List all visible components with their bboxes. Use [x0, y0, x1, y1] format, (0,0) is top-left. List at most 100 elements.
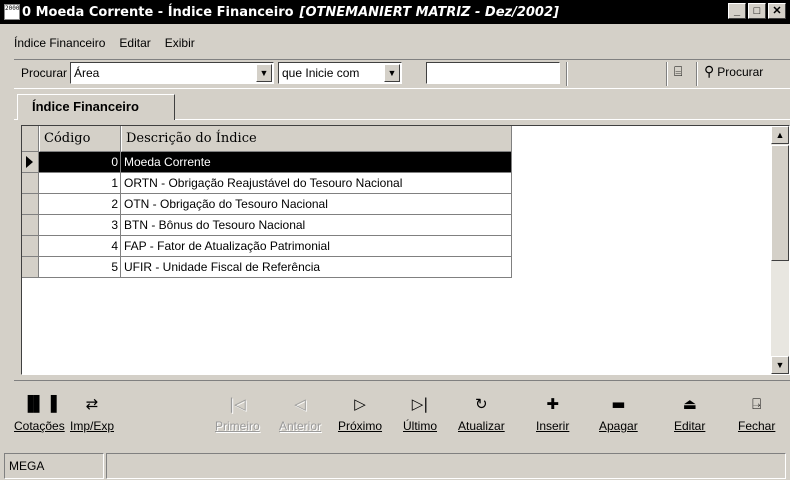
row-indicator — [22, 194, 39, 215]
cotacoes-label: Cotações — [14, 419, 65, 433]
refresh-icon: ↻ — [475, 395, 488, 413]
table-row[interactable]: 3 BTN - Bônus do Tesouro Nacional — [22, 215, 512, 236]
procurar-button[interactable]: ⚲ Procurar — [704, 63, 763, 80]
window-controls: _ □ ✕ — [728, 3, 786, 19]
procurar-button-label: Procurar — [717, 64, 764, 79]
row-indicator — [22, 173, 39, 194]
column-header-descricao[interactable]: Descrição do Índice — [121, 126, 512, 152]
insert-icon: ✚ — [546, 395, 559, 413]
toolbar-separator — [566, 62, 568, 86]
title-bar[interactable]: 2000 0 Moeda Corrente - Índice Financeir… — [0, 0, 790, 24]
filter-button[interactable]: ⌸ — [674, 63, 682, 80]
delete-icon: ▬ — [611, 395, 626, 413]
anterior-button[interactable]: ◁ Anterior — [279, 393, 321, 433]
editar-label: Editar — [674, 419, 706, 433]
cell-descricao[interactable]: OTN - Obrigação do Tesouro Nacional — [121, 194, 512, 215]
minimize-button[interactable]: _ — [728, 3, 746, 19]
column-header-codigo[interactable]: Código — [39, 126, 121, 152]
primeiro-label: Primeiro — [215, 419, 260, 433]
current-row-icon — [26, 156, 33, 168]
atualizar-button[interactable]: ↻ Atualizar — [458, 393, 505, 433]
filter-icon: ⌸ — [674, 63, 683, 79]
search-field-value: Área — [74, 66, 100, 80]
menu-bar: Índice Financeiro Editar Exibir — [0, 24, 790, 56]
scroll-up-button[interactable]: ▲ — [771, 126, 789, 144]
table-row[interactable]: 5 UFIR - Unidade Fiscal de Referência — [22, 257, 512, 278]
table-row[interactable]: 0 Moeda Corrente — [22, 152, 512, 173]
vertical-scrollbar[interactable]: ▲ ▼ — [771, 126, 789, 374]
cell-codigo[interactable]: 0 — [39, 152, 121, 173]
arrow-down-icon: ▼ — [775, 360, 785, 370]
arrow-up-icon: ▲ — [775, 130, 785, 140]
apagar-button[interactable]: ▬ Apagar — [599, 393, 638, 433]
window-title-context: [OTNEMANIERT MATRIZ - Dez/2002] — [299, 4, 559, 20]
previous-record-icon: ◁ — [294, 395, 306, 413]
cell-codigo[interactable]: 3 — [39, 215, 121, 236]
impexp-label: Imp/Exp — [70, 419, 115, 433]
last-record-icon: ▷| — [411, 395, 429, 413]
cell-codigo[interactable]: 4 — [39, 236, 121, 257]
cell-codigo[interactable]: 5 — [39, 257, 121, 278]
close-button[interactable]: ✕ — [768, 3, 786, 19]
proximo-label: Próximo — [338, 419, 383, 433]
impexp-button[interactable]: ⇄ Imp/Exp — [70, 393, 114, 433]
edit-icon: ⏏ — [682, 395, 697, 413]
atualizar-label: Atualizar — [458, 419, 505, 433]
navigation-toolbar: ▐▌▐ Cotações ⇄ Imp/Exp |◁ Primeiro ◁ Ant… — [14, 380, 790, 448]
cell-descricao[interactable]: Moeda Corrente — [121, 152, 512, 173]
ultimo-label: Último — [403, 419, 438, 433]
search-label: Procurar — [21, 66, 68, 80]
bar-chart-icon: ▐▌▐ — [22, 395, 57, 413]
proximo-button[interactable]: ▷ Próximo — [338, 393, 382, 433]
status-panel-user: MEGA — [4, 453, 104, 479]
status-bar: MEGA — [0, 450, 790, 480]
cell-codigo[interactable]: 2 — [39, 194, 121, 215]
search-condition-select[interactable]: que Inicie com ▼ — [278, 62, 402, 84]
editar-button[interactable]: ⏏ Editar — [674, 393, 705, 433]
anterior-label: Anterior — [279, 419, 322, 433]
scroll-thumb[interactable] — [771, 145, 789, 261]
cell-descricao[interactable]: UFIR - Unidade Fiscal de Referência — [121, 257, 512, 278]
cell-codigo[interactable]: 1 — [39, 173, 121, 194]
grid-corner — [22, 126, 39, 152]
tab-indice-financeiro[interactable]: Índice Financeiro — [17, 94, 175, 120]
import-export-icon: ⇄ — [85, 395, 99, 413]
window-title: 0 Moeda Corrente - Índice Financeiro — [22, 4, 294, 20]
exit-door-icon: ⍈ — [752, 395, 762, 413]
chevron-down-icon[interactable]: ▼ — [256, 64, 272, 82]
table-row[interactable]: 4 FAP - Fator de Atualização Patrimonial — [22, 236, 512, 257]
grid-panel: Código Descrição do Índice 0 Moeda Corre… — [21, 125, 790, 375]
primeiro-button[interactable]: |◁ Primeiro — [215, 393, 260, 433]
ultimo-button[interactable]: ▷| Último — [403, 393, 437, 433]
maximize-button[interactable]: □ — [748, 3, 766, 19]
inserir-label: Inserir — [536, 419, 570, 433]
row-indicator — [22, 236, 39, 257]
table-row[interactable]: 2 OTN - Obrigação do Tesouro Nacional — [22, 194, 512, 215]
cell-descricao[interactable]: FAP - Fator de Atualização Patrimonial — [121, 236, 512, 257]
search-field-select[interactable]: Área ▼ — [70, 62, 274, 84]
search-bar: Procurar Área ▼ que Inicie com ▼ ⌸ ⚲ Pro… — [14, 59, 790, 89]
fechar-button[interactable]: ⍈ Fechar — [738, 393, 775, 433]
table-row[interactable]: 1 ORTN - Obrigação Reajustável do Tesour… — [22, 173, 512, 194]
apagar-label: Apagar — [599, 419, 638, 433]
menu-editar[interactable]: Editar — [119, 36, 150, 50]
search-text-input[interactable] — [426, 62, 560, 84]
menu-exibir[interactable]: Exibir — [165, 36, 195, 50]
chevron-down-icon[interactable]: ▼ — [384, 64, 400, 82]
inserir-button[interactable]: ✚ Inserir — [536, 393, 569, 433]
app-icon: 2000 — [4, 4, 20, 20]
fechar-label: Fechar — [738, 419, 776, 433]
cell-descricao[interactable]: ORTN - Obrigação Reajustável do Tesouro … — [121, 173, 512, 194]
first-record-icon: |◁ — [229, 395, 246, 413]
search-condition-value: que Inicie com — [282, 66, 360, 80]
toolbar-separator — [696, 62, 698, 86]
row-indicator — [22, 257, 39, 278]
data-grid: Código Descrição do Índice 0 Moeda Corre… — [22, 126, 512, 278]
binoculars-icon: ⚲ — [704, 63, 715, 79]
row-indicator — [22, 152, 39, 173]
row-indicator — [22, 215, 39, 236]
scroll-down-button[interactable]: ▼ — [771, 356, 789, 374]
menu-indice-financeiro[interactable]: Índice Financeiro — [14, 36, 105, 50]
cotacoes-button[interactable]: ▐▌▐ Cotações — [14, 393, 65, 433]
cell-descricao[interactable]: BTN - Bônus do Tesouro Nacional — [121, 215, 512, 236]
